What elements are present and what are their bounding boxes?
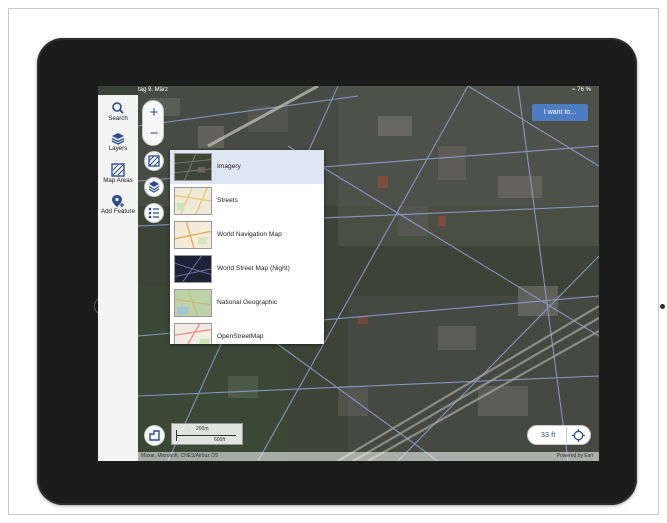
basemap-thumbnail — [174, 221, 212, 249]
distance-control: 33 ft — [527, 425, 591, 445]
scale-tick — [176, 436, 177, 441]
search-icon — [112, 102, 124, 114]
basemap-option-national-geographic[interactable]: National Geographic — [170, 286, 324, 320]
basemap-thumbnail — [174, 289, 212, 317]
basemap-button[interactable] — [144, 151, 164, 171]
sidebar-item-label: Layers — [108, 145, 128, 152]
attribution-text: Maxar, Microsoft, CNES/Airbus DS — [141, 453, 219, 459]
basemap-name: Streets — [217, 197, 238, 204]
front-camera — [660, 304, 665, 309]
basemap-name: World Street Map (Night) — [217, 265, 290, 272]
basemap-gallery: Imagery Streets World Navigation Map Wor… — [170, 150, 324, 344]
status-indicators: ⌁ 76 % — [572, 87, 591, 93]
basemap-name: National Geographic — [217, 299, 278, 306]
attribution-bar: Maxar, Microsoft, CNES/Airbus DS Powered… — [138, 452, 599, 461]
basemap-option-world-street-map-night[interactable]: World Street Map (Night) — [170, 252, 324, 286]
sidebar: Search Layers Map Areas Add Feature — [98, 95, 138, 461]
map-areas-icon — [111, 163, 125, 177]
scale-bar: 200m 600ft — [171, 423, 243, 445]
sidebar-item-map-areas[interactable]: Map Areas — [98, 163, 138, 184]
measure-button[interactable] — [144, 425, 165, 446]
add-feature-icon — [112, 195, 124, 207]
basemap-thumbnail — [174, 153, 212, 181]
basemap-option-openstreetmap[interactable]: OpenStreetMap — [170, 320, 324, 344]
basemap-thumbnail — [174, 255, 212, 283]
sidebar-item-add-feature[interactable]: Add Feature — [98, 194, 138, 215]
basemap-name: World Navigation Map — [217, 231, 282, 238]
legend-icon — [148, 207, 159, 219]
basemap-option-streets[interactable]: Streets — [170, 184, 324, 218]
sidebar-item-label: Map Areas — [103, 177, 133, 184]
i-want-to-button[interactable]: I want to... — [532, 104, 588, 121]
sidebar-item-label: Search — [108, 115, 128, 122]
layer-list-icon — [148, 181, 160, 193]
sidebar-item-search[interactable]: Search — [98, 101, 138, 122]
distance-readout[interactable]: 33 ft — [532, 426, 564, 444]
basemap-icon — [148, 155, 160, 167]
locate-icon[interactable] — [571, 428, 586, 443]
scale-metric: 200m — [196, 426, 209, 432]
status-bar: tag 9. März ⌁ 76 % — [98, 86, 599, 95]
legend-button[interactable] — [144, 203, 164, 223]
basemap-name: Imagery — [217, 163, 241, 170]
zoom-out-button[interactable]: − — [143, 126, 165, 141]
zoom-control: + − — [142, 100, 164, 146]
zoom-in-button[interactable]: + — [143, 105, 165, 120]
basemap-thumbnail — [174, 187, 212, 215]
sidebar-item-layers[interactable]: Layers — [98, 131, 138, 152]
status-time: tag 9. März — [138, 87, 169, 93]
measure-icon — [149, 430, 160, 441]
layer-list-button[interactable] — [144, 177, 164, 197]
basemap-thumbnail — [174, 323, 212, 344]
powered-by-esri[interactable]: Powered by Esri — [557, 452, 593, 461]
sidebar-item-label: Add Feature — [100, 208, 136, 215]
basemap-name: OpenStreetMap — [217, 333, 264, 340]
app-screen: tag 9. März ⌁ 76 % Search Layers Map Are… — [98, 86, 599, 461]
basemap-option-world-navigation-map[interactable]: World Navigation Map — [170, 218, 324, 252]
scale-line — [176, 435, 236, 436]
basemap-option-imagery[interactable]: Imagery — [170, 150, 324, 184]
layers-icon — [111, 133, 125, 145]
divider — [566, 427, 567, 443]
scale-imperial: 600ft — [214, 437, 226, 443]
